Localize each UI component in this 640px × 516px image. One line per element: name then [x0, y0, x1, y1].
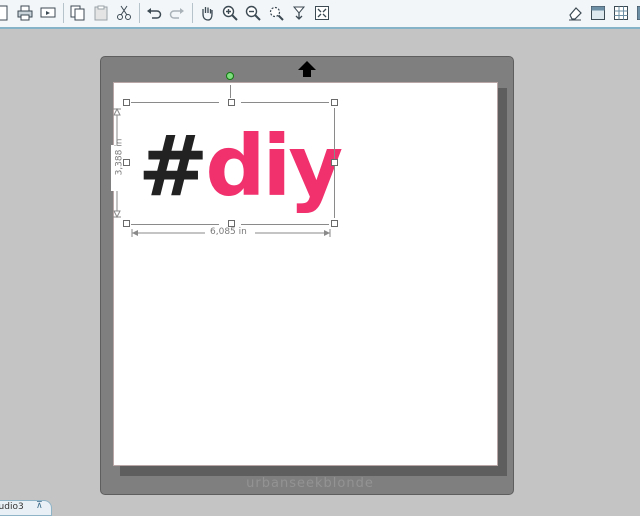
page-settings-icon[interactable]: [588, 3, 608, 23]
toolbar: [0, 0, 640, 29]
height-dimension-label: 3,388 in: [114, 139, 124, 176]
paste-icon[interactable]: [91, 3, 111, 23]
undo-icon[interactable]: [144, 3, 164, 23]
toolbar-right-group: [565, 1, 640, 25]
pin-icon[interactable]: ⊼: [36, 501, 43, 511]
eraser-icon[interactable]: [565, 3, 585, 23]
document-tab[interactable]: tudio3 ⊼: [0, 500, 52, 516]
document-tab-label: tudio3: [0, 502, 24, 512]
dimension-lines: [110, 105, 340, 240]
watermark-text: urbanseekblonde: [210, 476, 410, 491]
toolbar-separator: [139, 3, 140, 23]
new-icon[interactable]: [0, 3, 12, 23]
toolbar-separator: [192, 3, 193, 23]
send-icon[interactable]: [38, 3, 58, 23]
rotate-connector: [230, 85, 231, 98]
redo-icon[interactable]: [167, 3, 187, 23]
toolbar-left-group: [0, 1, 335, 25]
zoom-out-icon[interactable]: [243, 3, 263, 23]
print-icon[interactable]: [15, 3, 35, 23]
zoom-to-fit-icon[interactable]: [312, 3, 332, 23]
rotate-handle[interactable]: [226, 72, 234, 80]
fit-to-page-icon[interactable]: [289, 3, 309, 23]
toolbar-separator: [63, 3, 64, 23]
feed-direction-arrow-icon: [297, 60, 317, 78]
panel-icon[interactable]: [634, 3, 640, 23]
copy-icon[interactable]: [68, 3, 88, 23]
grid-icon[interactable]: [611, 3, 631, 23]
cut-icon[interactable]: [114, 3, 134, 23]
selection-border-top-right: [241, 102, 329, 103]
zoom-in-icon[interactable]: [220, 3, 240, 23]
pan-hand-icon[interactable]: [197, 3, 217, 23]
zoom-select-icon[interactable]: [266, 3, 286, 23]
width-dimension-label: 6,085 in: [210, 227, 247, 237]
selection-border-top-left: [131, 102, 219, 103]
